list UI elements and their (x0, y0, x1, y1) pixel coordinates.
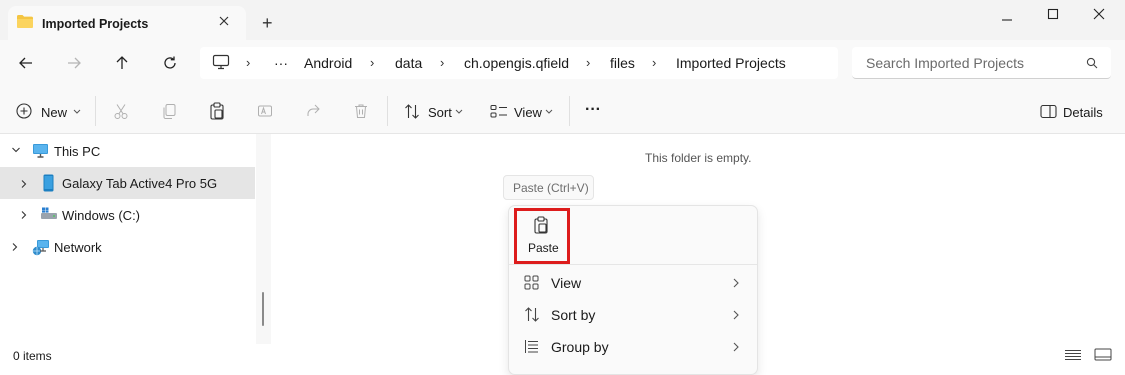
menu-item-group-by-label: Group by (551, 339, 609, 355)
minimize-icon[interactable] (1001, 14, 1013, 26)
more-options-button[interactable]: ··· (585, 101, 601, 119)
breadcrumb-data[interactable]: data (395, 55, 422, 71)
maximize-icon[interactable] (1047, 8, 1059, 20)
up-icon[interactable] (114, 55, 130, 71)
folder-icon (16, 14, 34, 29)
network-icon (32, 239, 50, 256)
chevron-right-icon (732, 278, 740, 288)
sort-icon[interactable] (404, 104, 420, 119)
breadcrumb-imported-projects[interactable]: Imported Projects (676, 55, 786, 71)
drive-icon (40, 207, 58, 221)
sort-icon (524, 307, 540, 322)
close-window-icon[interactable] (1093, 8, 1105, 20)
paste-icon[interactable] (209, 102, 225, 120)
breadcrumb-qfield[interactable]: ch.opengis.qfield (464, 55, 569, 71)
item-count: 0 items (13, 349, 52, 363)
monitor-icon (32, 143, 49, 158)
sidebar-item-network[interactable]: Network (54, 240, 102, 255)
menu-item-group-by[interactable] (512, 332, 754, 362)
new-tab-button[interactable]: + (262, 13, 273, 34)
sidebar-item-windows-c[interactable]: Windows (C:) (62, 208, 140, 223)
scrollbar-thumb[interactable] (262, 292, 264, 326)
menu-divider (509, 264, 757, 265)
tablet-icon (43, 174, 54, 192)
chevron-right-icon[interactable]: › (370, 55, 374, 70)
view-icon[interactable] (490, 104, 508, 119)
tiles-view-icon[interactable] (1094, 348, 1112, 361)
delete-icon[interactable] (353, 103, 369, 119)
refresh-icon[interactable] (162, 55, 178, 71)
chevron-right-icon[interactable] (20, 210, 28, 220)
chevron-right-icon[interactable]: › (246, 55, 250, 70)
forward-icon[interactable] (66, 55, 82, 71)
view-button[interactable]: View (514, 105, 542, 120)
chevron-down-icon[interactable] (73, 109, 81, 115)
rename-icon[interactable] (257, 103, 273, 119)
paste-label: Paste (528, 241, 559, 255)
cut-icon[interactable] (113, 103, 129, 120)
back-icon[interactable] (18, 55, 34, 71)
chevron-right-icon[interactable] (11, 242, 19, 252)
sidebar-item-this-pc[interactable]: This PC (54, 144, 100, 159)
copy-icon[interactable] (161, 103, 177, 120)
menu-item-view[interactable] (512, 268, 754, 298)
new-button[interactable]: New (41, 105, 67, 120)
divider (569, 96, 570, 126)
chevron-down-icon[interactable] (11, 146, 21, 154)
sort-button[interactable]: Sort (428, 105, 452, 120)
grid-icon (524, 275, 539, 290)
close-tab-icon[interactable] (218, 15, 230, 27)
details-pane-icon[interactable] (1040, 104, 1057, 119)
breadcrumb-files[interactable]: files (610, 55, 635, 71)
chevron-right-icon (732, 310, 740, 320)
chevron-right-icon[interactable] (20, 179, 28, 189)
chevron-right-icon[interactable]: › (440, 55, 444, 70)
chevron-right-icon (732, 342, 740, 352)
share-icon[interactable] (305, 103, 321, 119)
chevron-right-icon[interactable]: › (586, 55, 590, 70)
divider (95, 96, 96, 126)
chevron-down-icon[interactable] (455, 109, 463, 115)
paste-icon (533, 216, 549, 234)
empty-folder-message: This folder is empty. (645, 151, 752, 165)
search-input[interactable]: Search Imported Projects (866, 55, 1024, 71)
monitor-icon[interactable] (212, 54, 230, 70)
breadcrumb-android[interactable]: Android (304, 55, 352, 71)
chevron-right-icon[interactable]: › (652, 55, 656, 70)
divider (387, 96, 388, 126)
paste-tooltip: Paste (Ctrl+V) (503, 175, 594, 200)
search-icon[interactable] (1086, 57, 1098, 69)
tab-title: Imported Projects (42, 17, 149, 31)
new-plus-icon[interactable] (16, 103, 32, 119)
group-icon (524, 339, 539, 354)
details-button[interactable]: Details (1063, 105, 1103, 120)
menu-item-sort-by-label: Sort by (551, 307, 596, 323)
menu-item-sort-by[interactable] (512, 300, 754, 330)
menu-item-view-label: View (551, 275, 582, 291)
breadcrumb-more[interactable]: ··· (274, 55, 288, 71)
details-view-icon[interactable] (1064, 349, 1082, 361)
sidebar-item-galaxy-tab[interactable]: Galaxy Tab Active4 Pro 5G (62, 176, 217, 191)
chevron-down-icon[interactable] (545, 109, 553, 115)
